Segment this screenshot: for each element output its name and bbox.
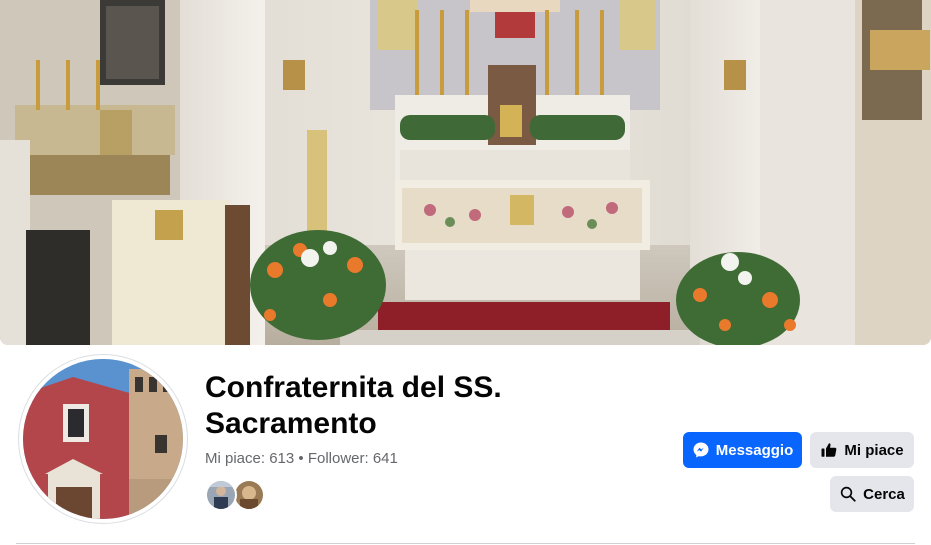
follower-avatar[interactable]: [205, 479, 237, 511]
page-title: Confraternita del SS. Sacramento: [205, 371, 502, 440]
church-facade-image: [23, 359, 183, 519]
page-stats: Mi piace: 613 • Follower: 641: [205, 450, 398, 468]
person-photo: [235, 481, 263, 509]
search-icon: [839, 485, 857, 503]
cover-photo[interactable]: [0, 0, 931, 345]
person-photo: [207, 481, 235, 509]
church-altar-image: [0, 0, 931, 345]
section-divider: [16, 543, 915, 544]
thumbs-up-icon: [820, 441, 838, 459]
follower-avatars: [205, 479, 275, 511]
messenger-icon: [692, 441, 710, 459]
stats-separator: •: [294, 450, 308, 467]
like-button[interactable]: Mi piace: [810, 432, 914, 468]
likes-count[interactable]: Mi piace: 613: [205, 450, 294, 467]
follower-avatar[interactable]: [233, 479, 265, 511]
message-button-label: Messaggio: [715, 441, 794, 459]
search-button[interactable]: Cerca: [830, 476, 914, 512]
followers-count[interactable]: Follower: 641: [308, 450, 398, 467]
search-button-label: Cerca: [863, 485, 905, 503]
like-button-label: Mi piace: [844, 441, 904, 459]
profile-picture[interactable]: [19, 355, 187, 523]
message-button[interactable]: Messaggio: [683, 432, 802, 468]
